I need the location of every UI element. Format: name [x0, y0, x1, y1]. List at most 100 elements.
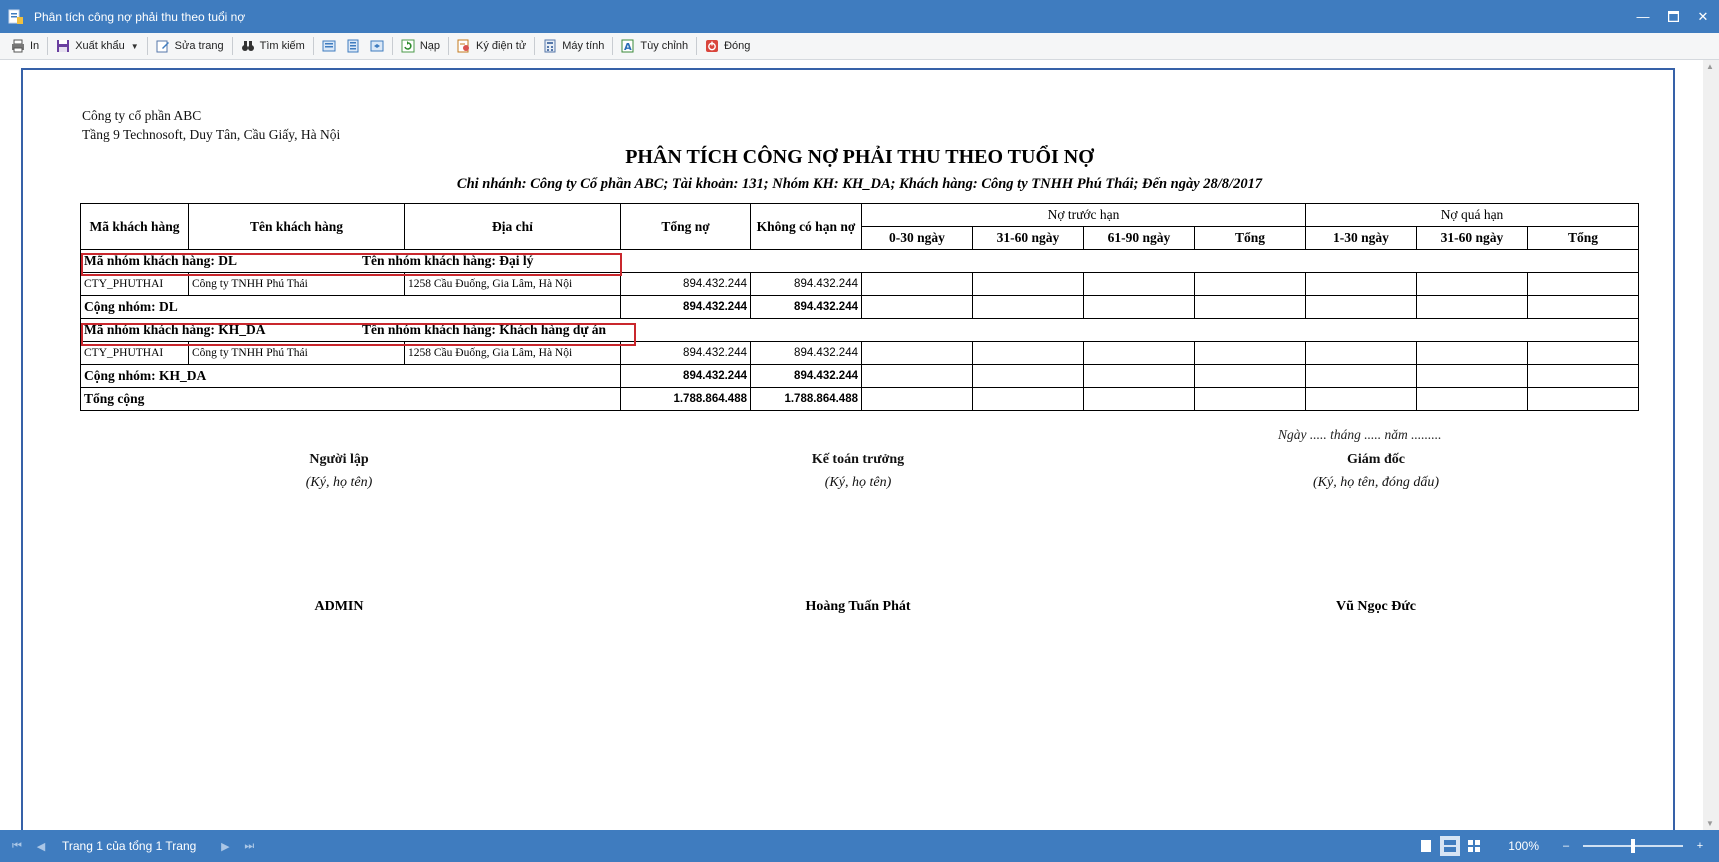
group-subtotal-row: Cộng nhóm: DL 894.432.244 894.432.244 [80, 295, 1639, 319]
whole-page-view-button[interactable] [365, 35, 389, 57]
calculator-button[interactable]: Máy tính [538, 35, 609, 57]
single-page-view-button[interactable] [317, 35, 341, 57]
cell-empty [1083, 387, 1195, 411]
toolbar-separator [47, 37, 49, 55]
zoom-out-icon[interactable]: – [1559, 839, 1573, 853]
cell-empty [1083, 364, 1195, 388]
single-page-mode-button[interactable] [1416, 836, 1436, 856]
minimize-icon[interactable]: — [1635, 9, 1651, 25]
print-button[interactable]: In [6, 35, 44, 57]
cell-total-debt: 894.432.244 [620, 341, 751, 365]
cell-empty [861, 272, 973, 296]
e-sign-button[interactable]: Ký điện tử [452, 35, 531, 57]
accountant-title: Kế toán trưởng [811, 452, 905, 467]
whole-page-icon [370, 39, 384, 53]
signature-icon [457, 39, 471, 53]
first-page-icon[interactable]: ⏮ [10, 839, 24, 853]
print-label: In [30, 40, 40, 52]
preparer-note: (Ký, họ tên) [305, 475, 373, 490]
cell-empty [1083, 272, 1195, 296]
maximize-icon[interactable] [1665, 9, 1681, 25]
header-1-30: 1-30 ngày [1305, 226, 1417, 250]
multi-page-mode-button[interactable] [1464, 836, 1484, 856]
previous-page-icon[interactable]: ◀ [34, 839, 48, 853]
company-info: Công ty cổ phần ABC Tầng 9 Technosoft, D… [82, 106, 340, 144]
preparer-name: ADMIN [314, 599, 364, 614]
subtotal-no-term: 894.432.244 [750, 364, 862, 388]
report-subtitle: Chi nhánh: Công ty Cổ phần ABC; Tài khoả… [456, 176, 1263, 192]
cell-empty [972, 295, 1084, 319]
header-total-debt: Tổng nợ [620, 203, 751, 250]
cell-empty [1416, 387, 1528, 411]
cell-empty [1305, 364, 1417, 388]
cell-empty [1083, 295, 1195, 319]
page-width-view-button[interactable] [341, 35, 365, 57]
edit-page-button[interactable]: Sửa trang [151, 35, 229, 57]
toolbar-separator [448, 37, 450, 55]
director-title: Giám đốc [1347, 452, 1405, 467]
reload-label: Nạp [419, 40, 441, 52]
cell-empty [861, 387, 973, 411]
printer-icon [11, 39, 25, 53]
cell-empty [1416, 295, 1528, 319]
header-address: Địa chỉ [404, 203, 621, 250]
cell-empty [1527, 341, 1639, 365]
grand-total-label: Tổng cộng [80, 387, 621, 411]
toolbar-separator [696, 37, 698, 55]
zoom-slider-thumb[interactable] [1631, 839, 1635, 853]
close-report-label: Đóng [724, 40, 751, 52]
dropdown-caret-icon[interactable]: ▼ [131, 42, 139, 51]
cell-no-term: 894.432.244 [750, 272, 862, 296]
toolbar-separator [612, 37, 614, 55]
e-sign-label: Ký điện tử [476, 40, 527, 52]
toolbar-separator [231, 37, 233, 55]
accountant-note: (Ký, họ tên) [824, 475, 892, 490]
aging-table: Mã khách hàng Tên khách hàng Địa chỉ Tổn… [80, 203, 1639, 411]
last-page-icon[interactable]: ⏭ [242, 839, 256, 853]
cell-empty [1194, 341, 1306, 365]
close-icon[interactable]: ✕ [1695, 9, 1711, 25]
group-subtotal-row: Cộng nhóm: KH_DA 894.432.244 894.432.244 [80, 364, 1639, 388]
zoom-slider[interactable] [1583, 839, 1683, 853]
cell-empty [1527, 295, 1639, 319]
two-page-mode-button[interactable] [1440, 836, 1461, 856]
window-title: Phân tích công nợ phải thu theo tuổi nợ [34, 9, 246, 24]
two-page-icon [1444, 840, 1457, 852]
cell-empty [1305, 272, 1417, 296]
zoom-in-icon[interactable]: + [1693, 839, 1707, 853]
toolbar-separator [391, 37, 393, 55]
power-off-icon [705, 39, 719, 53]
multi-page-icon [1468, 840, 1481, 852]
close-report-button[interactable]: Đóng [700, 35, 755, 57]
cell-empty [1527, 387, 1639, 411]
highlight-box-group-khda [81, 323, 636, 346]
reload-button[interactable]: Nạp [396, 35, 445, 57]
customize-button[interactable]: A Tùy chỉnh [616, 35, 693, 57]
header-31-60-overdue: 31-60 ngày [1416, 226, 1528, 250]
header-customer-name: Tên khách hàng [188, 203, 405, 250]
header-31-60: 31-60 ngày [972, 226, 1084, 250]
director-signature-block: Giám đốc (Ký, họ tên, đóng dấu) [1226, 452, 1526, 491]
scroll-down-icon[interactable]: ▼ [1706, 819, 1714, 828]
page-view-icon [322, 39, 336, 53]
calculator-icon [543, 39, 557, 53]
scroll-up-icon[interactable]: ▲ [1706, 62, 1714, 71]
edit-page-label: Sửa trang [174, 40, 224, 52]
edit-page-icon [156, 39, 170, 53]
cell-empty [1416, 364, 1528, 388]
report-app-icon [8, 9, 24, 25]
preparer-title: Người lập [309, 452, 369, 467]
search-label: Tìm kiếm [259, 40, 305, 52]
cell-empty [1305, 341, 1417, 365]
export-button[interactable]: Xuất khẩu ▼ [51, 35, 143, 57]
accountant-name: Hoàng Tuấn Phát [805, 599, 911, 614]
cell-empty [861, 364, 973, 388]
search-button[interactable]: Tìm kiếm [236, 35, 310, 57]
header-61-90: 61-90 ngày [1083, 226, 1195, 250]
toolbar-separator [534, 37, 536, 55]
cell-empty [1527, 272, 1639, 296]
grand-total-debt: 1.788.864.488 [620, 387, 751, 411]
cell-empty [972, 364, 1084, 388]
next-page-icon[interactable]: ▶ [218, 839, 232, 853]
refresh-icon [401, 39, 415, 53]
